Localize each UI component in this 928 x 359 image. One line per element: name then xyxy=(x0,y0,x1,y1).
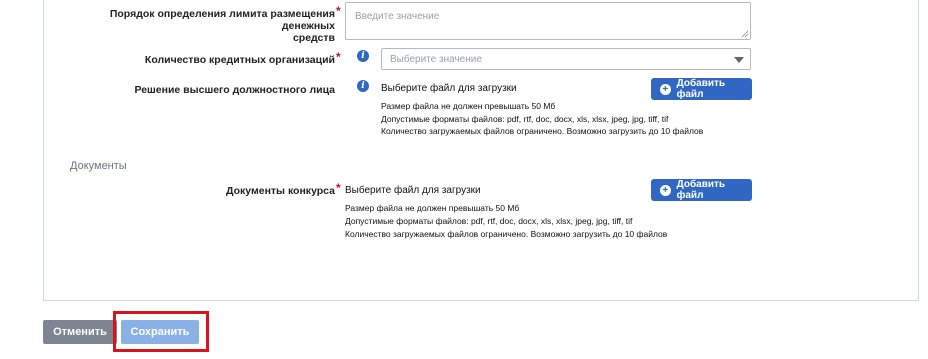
textarea-placeholder: Введите значение xyxy=(355,11,440,22)
decision-hint-count: Количество загружаемых файлов ограничено… xyxy=(381,126,704,136)
required-mark: * xyxy=(336,50,341,64)
contest-add-file-button[interactable]: + Добавить файл xyxy=(651,179,752,201)
contest-docs-label: Документы конкурса xyxy=(225,185,335,197)
credit-orgs-select[interactable]: Выберите значение xyxy=(381,48,751,70)
contest-upload-title: Выберите файл для загрузки xyxy=(345,185,481,196)
decision-add-file-button[interactable]: + Добавить файл xyxy=(651,78,752,100)
decision-label: Решение высшего должностного лица xyxy=(134,84,335,96)
contest-hint-count: Количество загружаемых файлов ограничено… xyxy=(345,229,668,239)
decision-hint-formats: Допустимые форматы файлов: pdf, rtf, doc… xyxy=(381,114,669,124)
limit-order-label: Порядок определения лимита размещения де… xyxy=(109,8,335,44)
limit-order-textarea[interactable]: Введите значение xyxy=(345,2,751,40)
required-mark: * xyxy=(336,181,341,195)
decision-upload-title: Выберите файл для загрузки xyxy=(381,83,517,94)
documents-section-title: Документы xyxy=(70,160,127,172)
save-button[interactable]: Сохранить xyxy=(121,320,199,344)
decision-hint-size: Размер файла не должен превышать 50 Мб xyxy=(381,101,556,111)
contest-hint-formats: Допустимые форматы файлов: pdf, rtf, doc… xyxy=(345,216,633,226)
resize-grip-icon[interactable] xyxy=(741,30,748,37)
info-icon[interactable]: i xyxy=(357,50,369,62)
info-icon[interactable]: i xyxy=(357,80,369,92)
plus-circle-icon: + xyxy=(660,83,671,95)
contest-hint-size: Размер файла не должен превышать 50 Мб xyxy=(345,203,520,213)
plus-circle-icon: + xyxy=(660,184,671,196)
select-placeholder: Выберите значение xyxy=(390,54,482,65)
required-mark: * xyxy=(336,4,341,18)
form-panel xyxy=(43,0,919,301)
chevron-down-icon xyxy=(734,57,744,63)
credit-orgs-label: Количество кредитных организаций xyxy=(144,54,335,66)
cancel-button[interactable]: Отменить xyxy=(43,320,117,344)
